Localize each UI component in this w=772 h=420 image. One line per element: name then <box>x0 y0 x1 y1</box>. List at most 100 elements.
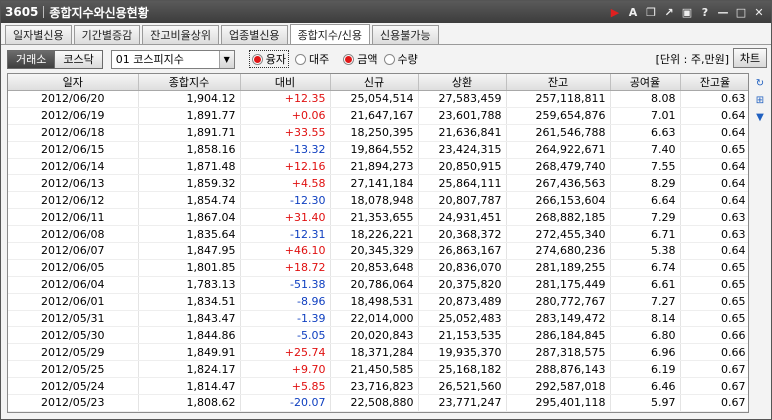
screen-add-icon[interactable]: ❐ <box>643 4 659 20</box>
cell-change: +33.55 <box>240 124 331 142</box>
table-row[interactable]: 2012/06/04 1,783.13 -51.38 20,786,064 20,375… <box>8 276 748 294</box>
cell-new: 21,894,273 <box>330 158 419 176</box>
minimize-icon[interactable]: — <box>715 4 731 20</box>
arrow-down-icon[interactable]: ▼ <box>753 110 767 124</box>
maximize-icon[interactable]: □ <box>733 4 749 20</box>
table-row[interactable]: 2012/06/11 1,867.04 +31.40 21,353,655 24,931… <box>8 208 748 227</box>
cell-balance: 288,876,143 <box>506 360 611 379</box>
cell-balance-rate: 0.67 <box>680 360 748 379</box>
cell-new: 20,853,648 <box>330 259 419 277</box>
table-row[interactable]: 2012/05/31 1,843.47 -1.39 22,014,000 25,052,… <box>8 310 748 328</box>
cell-date: 2012/05/25 <box>8 360 139 379</box>
cell-index: 1,859.32 <box>138 174 241 193</box>
table-row[interactable]: 2012/06/14 1,871.48 +12.16 21,894,273 20,850… <box>8 158 748 176</box>
header-new[interactable]: 신규 <box>330 74 419 91</box>
radio-empty-icon <box>295 53 306 65</box>
radio-amount[interactable]: 금액 <box>343 51 378 67</box>
link-icon[interactable]: ↗ <box>661 4 677 20</box>
cell-new: 23,716,823 <box>330 377 419 396</box>
cell-balance: 261,546,788 <box>506 124 611 142</box>
close-icon[interactable]: ✕ <box>751 4 767 20</box>
cell-balance-rate: 0.65 <box>680 259 748 277</box>
header-balance-rate[interactable]: 잔고율 <box>680 74 748 91</box>
chart-button[interactable]: 차트 <box>733 48 767 68</box>
cell-index: 1,871.48 <box>138 158 241 176</box>
title-bar[interactable]: 3605 종합지수와신용현황 ▶ A ❐ ↗ ▣ ? — □ ✕ <box>1 1 771 23</box>
header-index[interactable]: 종합지수 <box>138 74 241 91</box>
market-toggle: 거래소 코스닥 <box>7 49 103 69</box>
cell-repay: 25,864,111 <box>418 174 507 193</box>
cell-index: 1,854.74 <box>138 191 241 210</box>
cell-index: 1,904.12 <box>138 90 241 108</box>
radio-quantity-label: 수량 <box>397 53 418 66</box>
table-row[interactable]: 2012/05/25 1,824.17 +9.70 21,450,585 25,168,… <box>8 360 748 379</box>
header-balance[interactable]: 잔고 <box>506 74 611 91</box>
header-supply-rate[interactable]: 공여율 <box>610 74 681 91</box>
cell-supply-rate: 5.38 <box>610 242 681 260</box>
radio-amount-label: 금액 <box>357 53 378 66</box>
cell-index: 1,801.85 <box>138 259 241 277</box>
table-row[interactable]: 2012/05/29 1,849.91 +25.74 18,371,284 19,935… <box>8 343 748 362</box>
expand-icon[interactable]: ⊞ <box>753 93 767 107</box>
table-row[interactable]: 2012/06/05 1,801.85 +18.72 20,853,648 20,836… <box>8 259 748 277</box>
header-date[interactable]: 일자 <box>8 74 139 91</box>
table-row[interactable]: 2012/06/13 1,859.32 +4.58 27,141,184 25,864,… <box>8 174 748 193</box>
cell-change: -8.96 <box>240 293 331 311</box>
table-row[interactable]: 2012/05/24 1,814.47 +5.85 23,716,823 26,521,… <box>8 377 748 396</box>
title-bar-icons: ▶ A ❐ ↗ ▣ ? — □ ✕ <box>607 4 767 20</box>
radio-quantity[interactable]: 수량 <box>383 51 418 67</box>
cell-date: 2012/06/13 <box>8 174 139 193</box>
tab-balance-ratio-top[interactable]: 잔고비율상위 <box>142 25 219 44</box>
table-row[interactable]: 2012/06/08 1,835.64 -12.31 18,226,221 20,368… <box>8 225 748 244</box>
table-row[interactable]: 2012/06/18 1,891.71 +33.55 18,250,395 21,636… <box>8 124 748 142</box>
help-icon[interactable]: ? <box>697 4 713 20</box>
chevron-down-icon[interactable]: ▼ <box>218 50 234 68</box>
table-row[interactable]: 2012/05/23 1,808.62 -20.07 22,508,880 23,771… <box>8 394 748 412</box>
record-icon[interactable]: ▶ <box>607 4 623 20</box>
window-icon[interactable]: ▣ <box>679 4 695 20</box>
cell-balance: 266,153,604 <box>506 191 611 210</box>
radio-daeju[interactable]: 대주 <box>295 51 329 67</box>
table-row[interactable]: 2012/06/15 1,858.16 -13.32 19,864,552 23,424… <box>8 141 748 159</box>
cell-balance: 267,436,563 <box>506 174 611 193</box>
cell-balance-rate: 0.67 <box>680 394 748 412</box>
market-kosdaq-button[interactable]: 코스닥 <box>54 50 102 68</box>
tab-daily-credit[interactable]: 일자별신용 <box>5 25 72 44</box>
cell-supply-rate: 7.01 <box>610 107 681 125</box>
refresh-icon[interactable]: ↻ <box>753 76 767 90</box>
cell-balance-rate: 0.64 <box>680 107 748 125</box>
cell-new: 25,054,514 <box>330 90 419 108</box>
cell-balance: 292,587,018 <box>506 377 611 396</box>
header-change[interactable]: 대비 <box>240 74 331 91</box>
cell-date: 2012/06/15 <box>8 141 139 159</box>
table-row[interactable]: 2012/05/30 1,844.86 -5.05 20,020,843 21,153,… <box>8 326 748 345</box>
header-repay[interactable]: 상환 <box>418 74 507 91</box>
cell-repay: 26,863,167 <box>418 242 507 260</box>
cell-supply-rate: 6.61 <box>610 276 681 294</box>
table-row[interactable]: 2012/06/12 1,854.74 -12.30 18,078,948 20,807… <box>8 191 748 210</box>
credit-table-container[interactable]: 일자 종합지수 대비 신규 상환 잔고 공여율 잔고율 2012/06/20 1,… <box>7 73 749 413</box>
cell-date: 2012/06/18 <box>8 124 139 142</box>
table-row[interactable]: 2012/06/07 1,847.95 +46.10 20,345,329 26,863… <box>8 242 748 260</box>
cell-date: 2012/06/04 <box>8 276 139 294</box>
index-select[interactable]: 01 코스피지수 ▼ <box>110 49 235 69</box>
cell-change: +12.16 <box>240 158 331 176</box>
cell-balance-rate: 0.64 <box>680 174 748 193</box>
cell-change: -13.32 <box>240 141 331 159</box>
cell-balance-rate: 0.64 <box>680 124 748 142</box>
tab-sector-credit[interactable]: 업종별신용 <box>220 25 288 44</box>
cell-supply-rate: 5.97 <box>610 394 681 412</box>
font-icon[interactable]: A <box>625 4 641 20</box>
tab-credit-unavailable[interactable]: 신용불가능 <box>372 25 439 44</box>
radio-yungja[interactable]: 융자 <box>248 50 289 68</box>
cell-new: 22,014,000 <box>330 310 419 328</box>
tab-index-credit[interactable]: 종합지수/신용 <box>289 24 370 45</box>
cell-new: 18,226,221 <box>330 225 419 244</box>
table-row[interactable]: 2012/06/20 1,904.12 +12.35 25,054,514 27,583… <box>8 90 748 108</box>
market-kospi-button[interactable]: 거래소 <box>8 50 55 68</box>
table-row[interactable]: 2012/06/01 1,834.51 -8.96 18,498,531 20,873,… <box>8 293 748 311</box>
tab-period-change[interactable]: 기간별증감 <box>73 25 141 44</box>
cell-change: +5.85 <box>240 377 331 396</box>
cell-supply-rate: 8.29 <box>610 174 681 193</box>
table-row[interactable]: 2012/06/19 1,891.77 +0.06 21,647,167 23,601,… <box>8 107 748 125</box>
